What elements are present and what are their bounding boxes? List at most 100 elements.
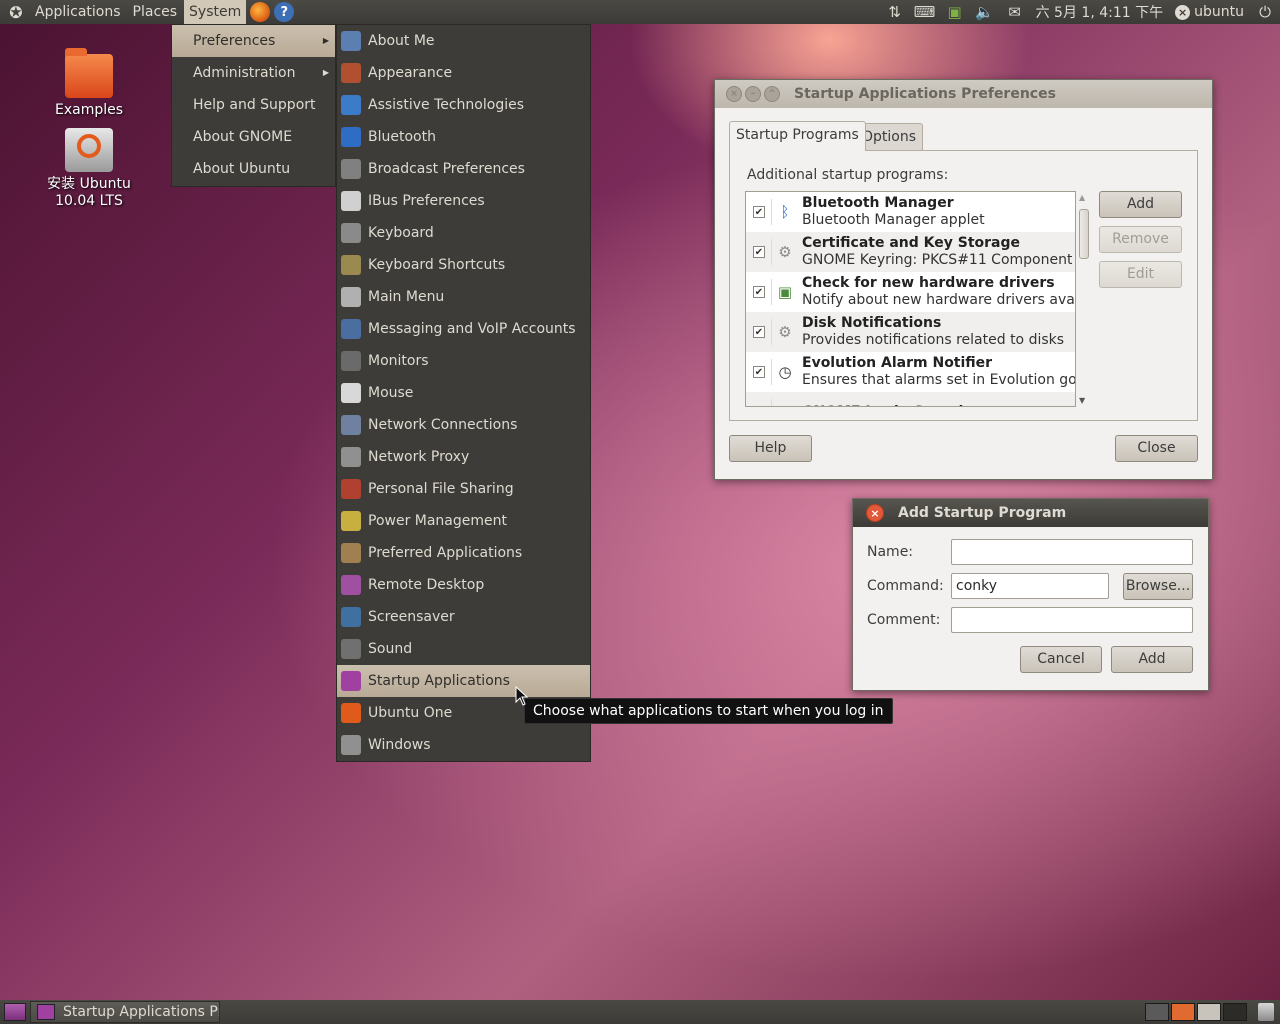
menu-item-keyboard-shortcuts[interactable]: Keyboard Shortcuts bbox=[337, 249, 590, 281]
enabled-checkbox[interactable]: ✔ bbox=[753, 206, 765, 218]
table-row[interactable]: ✔ ᛒ Bluetooth Manager Bluetooth Manager app… bbox=[746, 192, 1075, 232]
menu-item-main-menu[interactable]: Main Menu bbox=[337, 281, 590, 313]
network-proxy-icon bbox=[341, 447, 361, 467]
network-arrows-icon[interactable]: ⇅ bbox=[884, 3, 906, 21]
table-row[interactable]: ✔ ◷ Evolution Alarm Notifier Ensures that a… bbox=[746, 352, 1075, 392]
keyboard-indicator-icon[interactable]: ⌨ bbox=[914, 3, 936, 21]
mail-icon[interactable]: ✉ bbox=[1004, 3, 1026, 21]
folder-icon bbox=[65, 48, 113, 98]
menu-item-label: Remote Desktop bbox=[368, 577, 485, 593]
monitors-icon bbox=[341, 351, 361, 371]
menu-item-mouse[interactable]: Mouse bbox=[337, 377, 590, 409]
menu-item-broadcast-preferences[interactable]: Broadcast Preferences bbox=[337, 153, 590, 185]
add-program-button[interactable]: Add bbox=[1099, 191, 1182, 218]
menu-item-network-proxy[interactable]: Network Proxy bbox=[337, 441, 590, 473]
preferred-apps-icon bbox=[341, 543, 361, 563]
menu-item-administration[interactable]: Administration ▶ bbox=[172, 57, 335, 89]
menu-item-label: Sound bbox=[368, 641, 413, 657]
workspace-1[interactable] bbox=[1145, 1003, 1169, 1021]
close-button[interactable]: Close bbox=[1115, 435, 1198, 462]
menu-item-startup-applications[interactable]: Startup Applications bbox=[337, 665, 590, 697]
comment-field[interactable] bbox=[951, 607, 1193, 633]
menu-item-about-gnome[interactable]: About GNOME bbox=[172, 121, 335, 153]
menu-item-appearance[interactable]: Appearance bbox=[337, 57, 590, 89]
menu-item-assistive-technologies[interactable]: Assistive Technologies bbox=[337, 89, 590, 121]
edit-program-button[interactable]: Edit bbox=[1099, 261, 1182, 288]
menu-item-label: Broadcast Preferences bbox=[368, 161, 525, 177]
menu-item-personal-file-sharing[interactable]: Personal File Sharing bbox=[337, 473, 590, 505]
hardware-drivers-icon[interactable]: ▣ bbox=[944, 3, 966, 21]
bluetooth-icon: ᛒ bbox=[771, 199, 798, 225]
table-row[interactable]: ✔ ⚙ GNOME Login Sound bbox=[746, 392, 1075, 407]
menu-item-about-ubuntu[interactable]: About Ubuntu bbox=[172, 153, 335, 185]
menu-item-keyboard[interactable]: Keyboard bbox=[337, 217, 590, 249]
remove-program-button[interactable]: Remove bbox=[1099, 226, 1182, 253]
close-icon[interactable]: × bbox=[726, 86, 742, 102]
dialog-titlebar[interactable]: × Add Startup Program bbox=[853, 499, 1208, 527]
workspace-4[interactable] bbox=[1223, 1003, 1247, 1021]
taskbar-item-startup-applications[interactable]: Startup Applications Pr... bbox=[30, 1001, 220, 1023]
menu-item-help-and-support[interactable]: Help and Support bbox=[172, 89, 335, 121]
workspace-3[interactable] bbox=[1197, 1003, 1221, 1021]
enabled-checkbox[interactable]: ✔ bbox=[753, 326, 765, 338]
menu-item-label: Personal File Sharing bbox=[368, 481, 514, 497]
ubuntu-logo-icon[interactable]: ✪ bbox=[6, 2, 26, 22]
menu-item-about-me[interactable]: About Me bbox=[337, 25, 590, 57]
minimize-icon[interactable]: – bbox=[745, 86, 761, 102]
menu-item-label: Messaging and VoIP Accounts bbox=[368, 321, 576, 337]
power-management-icon bbox=[341, 511, 361, 531]
help-launcher-icon[interactable]: ? bbox=[274, 2, 295, 22]
table-row[interactable]: ✔ ⚙ Certificate and Key Storage GNOME Keyri… bbox=[746, 232, 1075, 272]
volume-icon[interactable]: 🔈 bbox=[974, 3, 996, 21]
enabled-checkbox[interactable]: ✔ bbox=[753, 406, 765, 407]
name-field[interactable] bbox=[951, 539, 1193, 565]
menu-item-network-connections[interactable]: Network Connections bbox=[337, 409, 590, 441]
menu-item-bluetooth[interactable]: Bluetooth bbox=[337, 121, 590, 153]
menu-item-monitors[interactable]: Monitors bbox=[337, 345, 590, 377]
table-row[interactable]: ✔ ▣ Check for new hardware drivers Notify a… bbox=[746, 272, 1075, 312]
menu-item-sound[interactable]: Sound bbox=[337, 633, 590, 665]
window-titlebar[interactable]: × – ^ Startup Applications Preferences bbox=[715, 80, 1212, 108]
enabled-checkbox[interactable]: ✔ bbox=[753, 366, 765, 378]
close-icon[interactable]: × bbox=[866, 504, 884, 522]
scroll-up-icon[interactable]: ▲ bbox=[1079, 193, 1085, 202]
dialog-add-button[interactable]: Add bbox=[1111, 646, 1193, 673]
tab-startup-programs[interactable]: Startup Programs bbox=[729, 121, 866, 151]
menu-item-windows[interactable]: Windows bbox=[337, 729, 590, 761]
firefox-launcher-icon[interactable] bbox=[250, 2, 271, 22]
table-row[interactable]: ✔ ⚙ Disk Notifications Provides notificatio… bbox=[746, 312, 1075, 352]
applications-menu[interactable]: Applications bbox=[30, 0, 126, 24]
menu-item-power-management[interactable]: Power Management bbox=[337, 505, 590, 537]
scroll-thumb[interactable] bbox=[1079, 209, 1089, 259]
places-menu[interactable]: Places bbox=[128, 0, 183, 24]
menu-item-preferences[interactable]: Preferences ▶ bbox=[172, 25, 335, 57]
maximize-icon[interactable]: ^ bbox=[764, 86, 780, 102]
trash-icon[interactable] bbox=[1258, 1003, 1274, 1021]
cancel-button[interactable]: Cancel bbox=[1020, 646, 1102, 673]
menu-item-ibus-preferences[interactable]: IBus Preferences bbox=[337, 185, 590, 217]
dialog-title: Add Startup Program bbox=[898, 505, 1067, 521]
system-menu[interactable]: System bbox=[184, 0, 247, 24]
menu-item-preferred-applications[interactable]: Preferred Applications bbox=[337, 537, 590, 569]
browse-button[interactable]: Browse... bbox=[1123, 573, 1193, 600]
help-button[interactable]: Help bbox=[729, 435, 812, 462]
desktop-icon-install-ubuntu[interactable]: 安装 Ubuntu 10.04 LTS bbox=[29, 128, 149, 210]
list-scrollbar[interactable]: ▲ ▼ bbox=[1077, 193, 1091, 405]
show-desktop-icon[interactable] bbox=[4, 1003, 26, 1021]
program-name: Disk Notifications bbox=[802, 315, 942, 331]
enabled-checkbox[interactable]: ✔ bbox=[753, 246, 765, 258]
clock[interactable]: 六 5月 1, 4:11 下午 bbox=[1036, 2, 1164, 22]
scroll-down-icon[interactable]: ▼ bbox=[1079, 396, 1085, 405]
desktop-icon-examples[interactable]: Examples bbox=[29, 48, 149, 118]
program-name: Certificate and Key Storage bbox=[802, 235, 1021, 251]
menu-item-screensaver[interactable]: Screensaver bbox=[337, 601, 590, 633]
menu-item-messaging-and-voip-accounts[interactable]: Messaging and VoIP Accounts bbox=[337, 313, 590, 345]
power-icon[interactable]: ⏻ bbox=[1254, 3, 1276, 21]
enabled-checkbox[interactable]: ✔ bbox=[753, 286, 765, 298]
startup-preferences-window: × – ^ Startup Applications Preferences S… bbox=[714, 79, 1213, 480]
workspace-2[interactable] bbox=[1171, 1003, 1195, 1021]
menu-item-remote-desktop[interactable]: Remote Desktop bbox=[337, 569, 590, 601]
user-menu[interactable]: × ubuntu bbox=[1175, 4, 1244, 20]
startup-programs-list[interactable]: ✔ ᛒ Bluetooth Manager Bluetooth Manager app… bbox=[745, 191, 1076, 407]
command-field[interactable] bbox=[951, 573, 1109, 599]
